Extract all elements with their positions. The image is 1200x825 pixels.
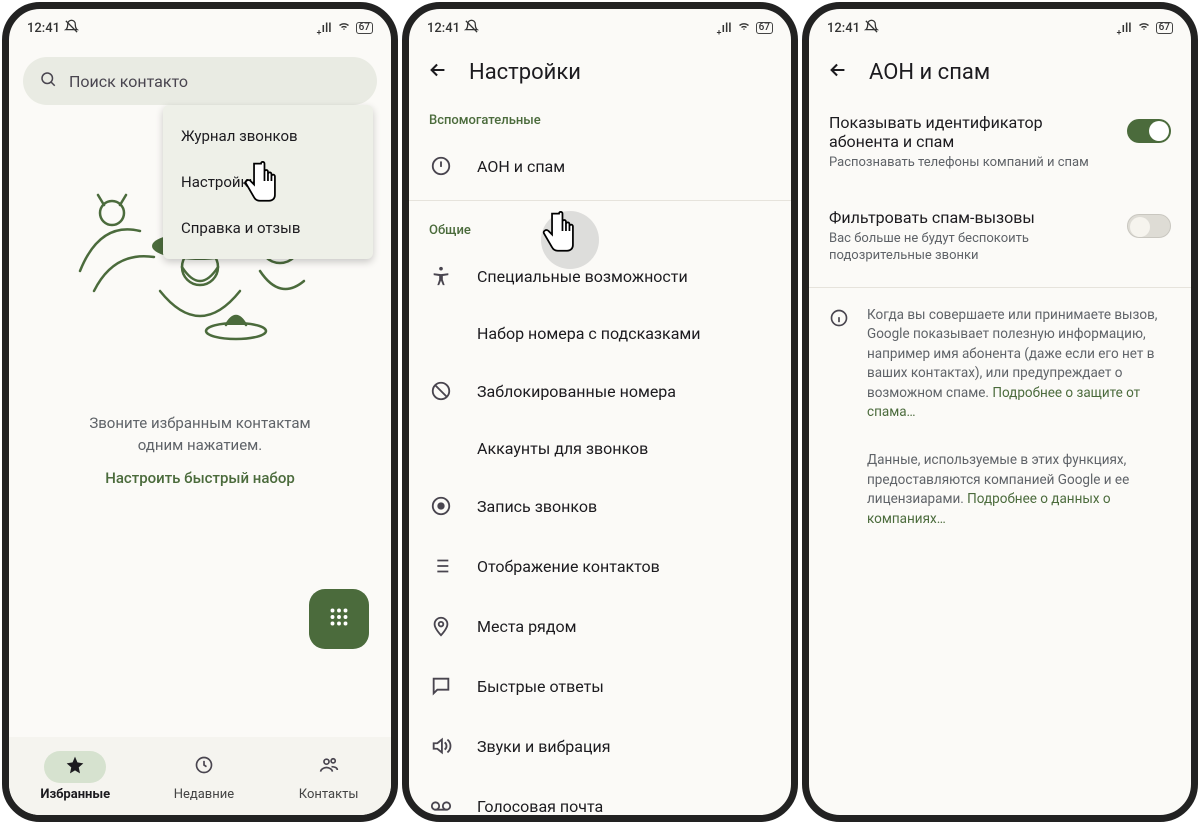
page-title: Настройки	[469, 60, 581, 85]
star-icon	[65, 755, 85, 779]
row-calling-accounts[interactable]: Аккаунты для звонков	[409, 421, 791, 476]
info-block-1: Когда вы совершаете или принимаете вызов…	[809, 292, 1191, 437]
wifi-icon	[336, 20, 352, 36]
nav-label: Недавние	[174, 787, 234, 802]
row-label: Заблокированные номера	[477, 382, 676, 401]
row-call-recording[interactable]: Запись звонков	[409, 476, 791, 536]
row-voicemail[interactable]: Голосовая почта	[409, 776, 791, 815]
cursor-hand-icon	[535, 209, 583, 267]
time-label: 12:41	[427, 21, 460, 36]
row-label: Голосовая почта	[477, 797, 603, 816]
statusbar: 12:41 ₊ıll 67	[9, 9, 391, 43]
row-aon-spam[interactable]: АОН и спам	[409, 136, 791, 196]
header: Настройки	[409, 43, 791, 95]
pin-icon	[429, 614, 453, 638]
dnd-icon	[464, 19, 479, 38]
nav-favorites[interactable]: Избранные	[40, 751, 110, 802]
row-display-contacts[interactable]: Отображение контактов	[409, 536, 791, 596]
nav-recents[interactable]: Недавние	[173, 751, 235, 802]
people-icon	[318, 755, 340, 779]
clock-icon	[194, 755, 214, 779]
dnd-icon	[64, 19, 79, 38]
switch-off[interactable]	[1127, 214, 1171, 238]
section-general: Общие	[409, 205, 791, 246]
row-label: Набор номера с подсказками	[477, 324, 701, 343]
cursor-hand-icon	[237, 159, 285, 217]
row-blocked[interactable]: Заблокированные номера	[409, 361, 791, 421]
phone-aon-spam-screen: 12:41 ₊ıll 67 АОН и спам Показывать иден…	[802, 2, 1198, 822]
dialpad-fab[interactable]	[309, 589, 369, 649]
toggle-subtitle: Вас больше не будут беспокоить подозрите…	[829, 230, 1113, 265]
nav-label: Контакты	[299, 787, 359, 802]
toggle-subtitle: Распознавать телефоны компаний и спам	[829, 154, 1113, 172]
row-label: Аккаунты для звонков	[477, 439, 648, 458]
row-label: Места рядом	[477, 617, 576, 636]
back-icon[interactable]	[427, 59, 449, 85]
search-placeholder: Поиск контакто	[69, 72, 188, 91]
row-label: Отображение контактов	[477, 557, 660, 576]
row-label: Быстрые ответы	[477, 677, 604, 696]
section-assist: Вспомогательные	[409, 95, 791, 136]
nav-label: Избранные	[40, 787, 110, 802]
row-label: Запись звонков	[477, 497, 597, 516]
switch-on[interactable]	[1127, 119, 1171, 143]
speed-dial-link[interactable]: Настроить быстрый набор	[9, 469, 391, 487]
wifi-icon	[1136, 20, 1152, 36]
time-label: 12:41	[827, 21, 860, 36]
alert-circle-icon	[429, 154, 453, 178]
statusbar: 12:41 ₊ıll 67	[409, 9, 791, 43]
dnd-icon	[864, 19, 879, 38]
voicemail-icon	[429, 794, 453, 815]
info-icon	[829, 308, 849, 332]
row-label: АОН и спам	[477, 157, 565, 176]
time-label: 12:41	[27, 21, 60, 36]
battery-icon: 67	[756, 22, 773, 34]
toggle-caller-id[interactable]: Показывать идентификатор абонента и спам…	[809, 95, 1191, 190]
search-icon	[39, 70, 57, 92]
block-icon	[429, 379, 453, 403]
settings-list: Вспомогательные АОН и спам Общие Специал…	[409, 95, 791, 815]
page-title: АОН и спам	[869, 60, 990, 85]
info-block-2: Данные, используемые в этих функциях, пр…	[809, 437, 1191, 543]
empty-message: Звоните избранным контактам одним нажати…	[9, 413, 391, 457]
list-icon	[429, 554, 453, 578]
phone-favorites-screen: 12:41 ₊ıll 67 Поиск контакто Журнал звон…	[2, 2, 398, 822]
phone-settings-screen: 12:41 ₊ıll 67 Настройки Вспомогательные …	[402, 2, 798, 822]
row-accessibility[interactable]: Специальные возможности	[409, 246, 791, 306]
statusbar: 12:41 ₊ıll 67	[809, 9, 1191, 43]
row-quick-responses[interactable]: Быстрые ответы	[409, 656, 791, 716]
toggle-title: Показывать идентификатор абонента и спам	[829, 113, 1113, 151]
toggle-filter-spam[interactable]: Фильтровать спам-вызовы Вас больше не бу…	[809, 190, 1191, 283]
signal-icon: ₊ıll	[716, 21, 731, 36]
row-label: Специальные возможности	[477, 267, 688, 286]
row-sound-vibration[interactable]: Звуки и вибрация	[409, 716, 791, 776]
battery-icon: 67	[356, 22, 373, 34]
bottom-nav: Избранные Недавние Контакты	[9, 737, 391, 815]
back-icon[interactable]	[827, 59, 849, 85]
battery-icon: 67	[1156, 22, 1173, 34]
menu-call-log[interactable]: Журнал звонков	[163, 113, 373, 159]
volume-icon	[429, 734, 453, 758]
row-assisted-dialing[interactable]: Набор номера с подсказками	[409, 306, 791, 361]
wifi-icon	[736, 20, 752, 36]
record-icon	[429, 494, 453, 518]
header: АОН и спам	[809, 43, 1191, 95]
search-field[interactable]: Поиск контакто	[23, 57, 377, 105]
signal-icon: ₊ıll	[316, 21, 331, 36]
row-nearby[interactable]: Места рядом	[409, 596, 791, 656]
toggle-title: Фильтровать спам-вызовы	[829, 208, 1113, 227]
nav-contacts[interactable]: Контакты	[298, 751, 360, 802]
chat-icon	[429, 674, 453, 698]
dialpad-icon	[326, 604, 352, 634]
row-label: Звуки и вибрация	[477, 737, 610, 756]
signal-icon: ₊ıll	[1116, 21, 1131, 36]
accessibility-icon	[429, 264, 453, 288]
